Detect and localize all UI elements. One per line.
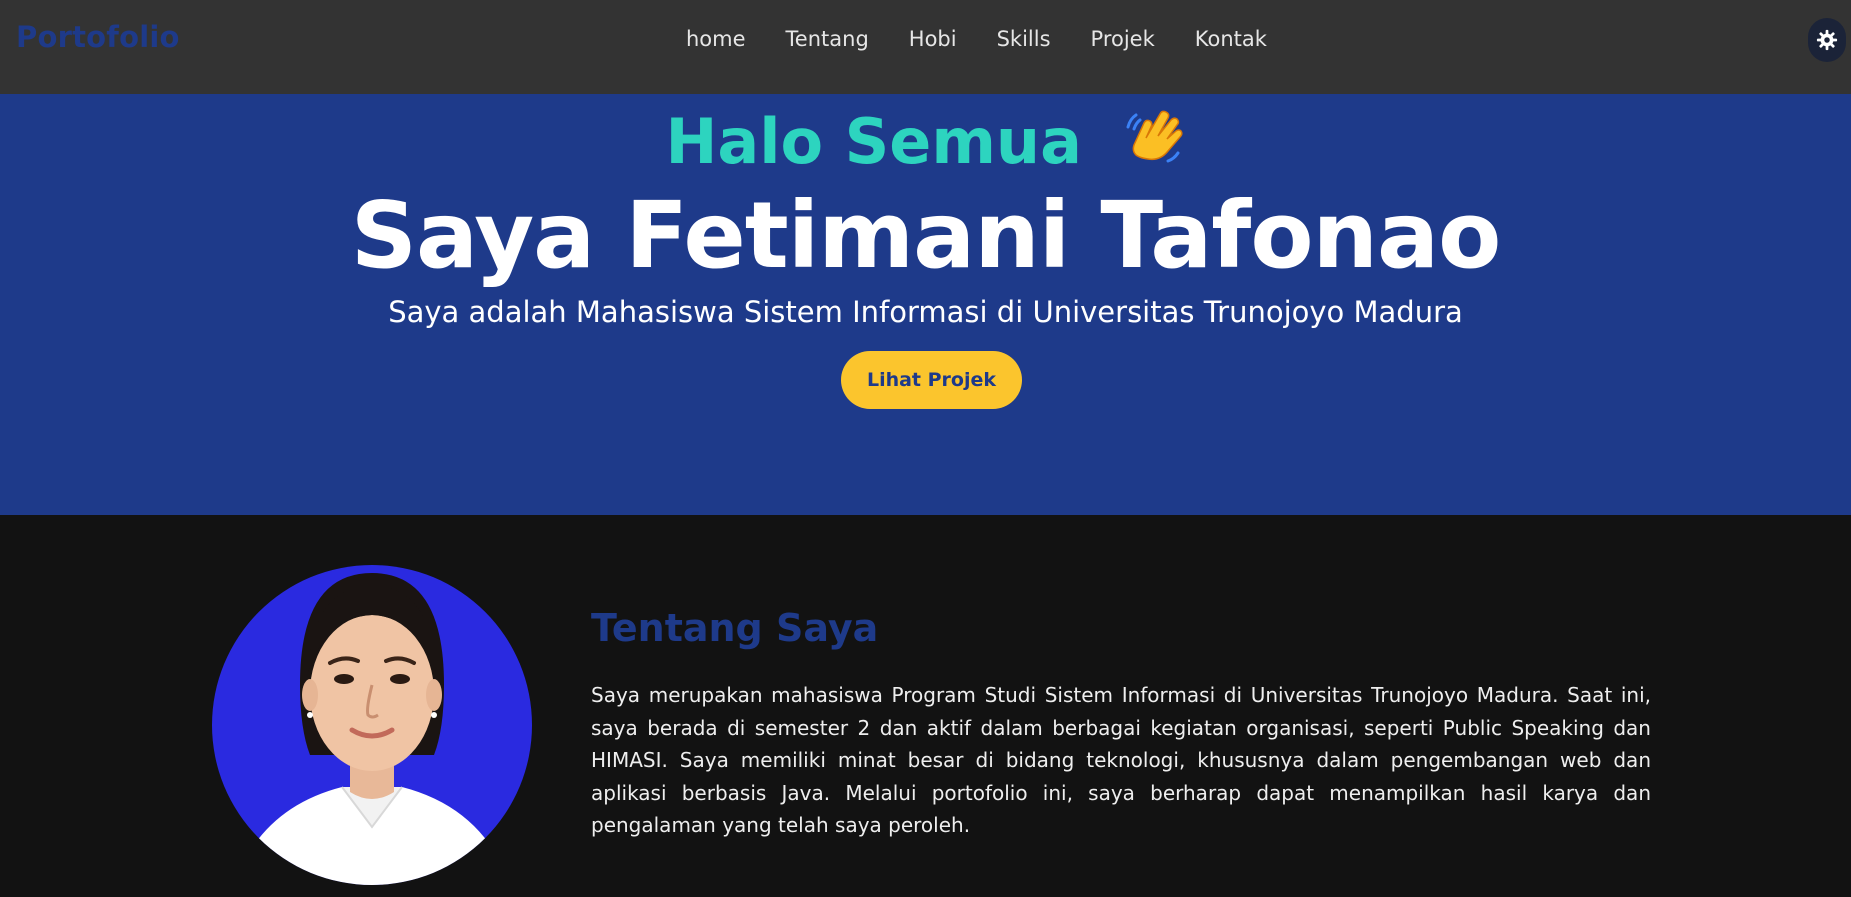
hero-section: Halo Semua Saya Fetimani Tafonao Saya ad… — [0, 94, 1851, 515]
about-text: Saya merupakan mahasiswa Program Studi S… — [591, 683, 1651, 837]
view-projects-button[interactable]: Lihat Projek — [841, 351, 1022, 409]
profile-photo — [212, 565, 532, 885]
navbar: Portofolio home Tentang Hobi Skills Proj… — [0, 0, 1851, 94]
nav-link-home[interactable]: home — [686, 24, 746, 54]
brand-logo[interactable]: Portofolio — [16, 20, 180, 54]
greeting-text: Halo Semua — [665, 105, 1082, 178]
nav-links: home Tentang Hobi Skills Projek Kontak — [686, 24, 1307, 54]
hero-name: Saya Fetimani Tafonao — [350, 182, 1502, 289]
nav-link-projek[interactable]: Projek — [1091, 24, 1155, 54]
nav-link-hobi[interactable]: Hobi — [909, 24, 957, 54]
nav-link-tentang[interactable]: Tentang — [786, 24, 869, 54]
nav-link-skills[interactable]: Skills — [997, 24, 1051, 54]
hero-subtitle: Saya adalah Mahasiswa Sistem Informasi d… — [388, 295, 1463, 329]
theme-toggle-button[interactable] — [1808, 18, 1846, 62]
about-title: Tentang Saya — [591, 606, 879, 650]
gear-icon — [1816, 29, 1838, 51]
nav-link-kontak[interactable]: Kontak — [1195, 24, 1267, 54]
about-section: Tentang Saya Saya merupakan mahasiswa Pr… — [0, 515, 1851, 897]
